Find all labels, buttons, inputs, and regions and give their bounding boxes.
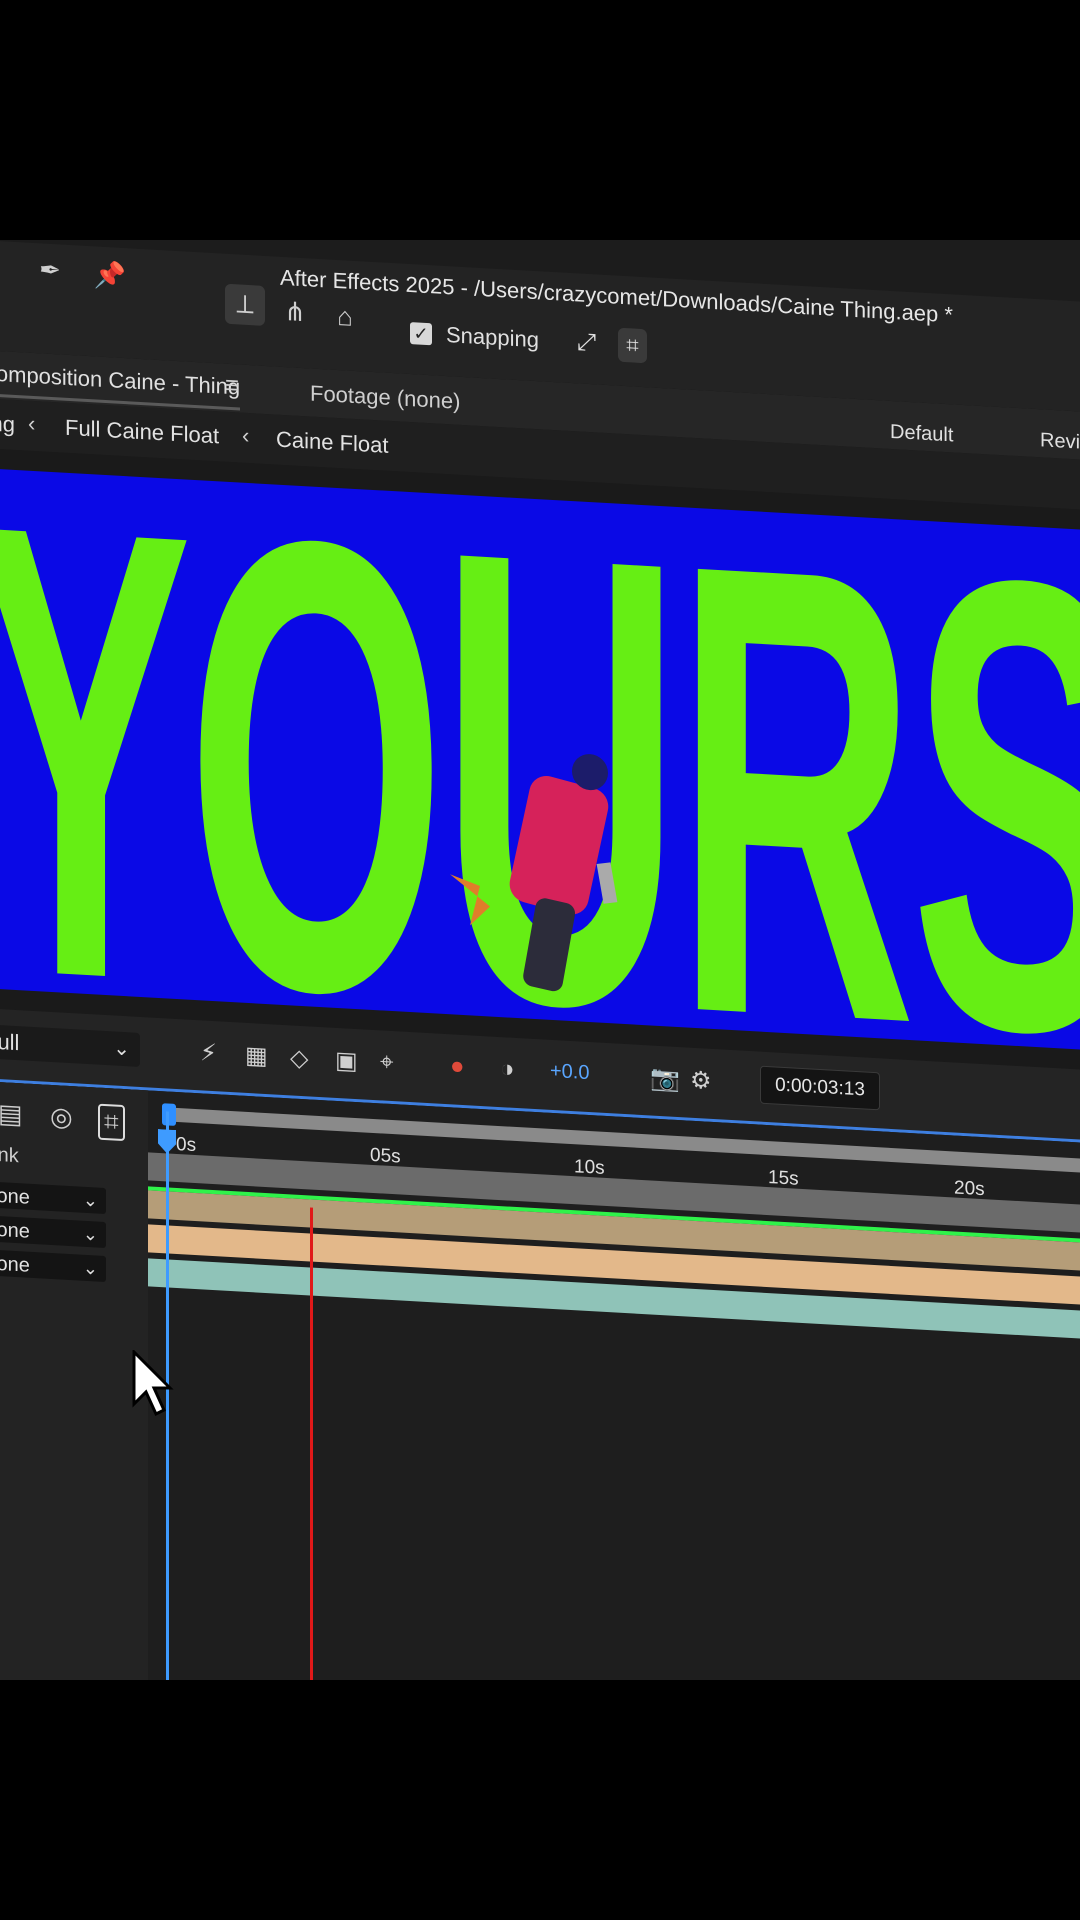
snap-expand-icon[interactable]: ⤢ [577, 328, 596, 357]
tab-composition[interactable]: Composition Caine - Thing [0, 360, 240, 401]
frame-blending-icon[interactable]: ▤ [0, 1098, 23, 1130]
resolution-value: Full [0, 1028, 20, 1056]
timeline-switches: ▤ ◎ ⌗ [0, 1091, 148, 1144]
chevron-down-icon: ⌄ [82, 1223, 98, 1245]
top-letterbox [0, 0, 1080, 240]
layer-list: ▤ ◎ ⌗ Link None ⌄ None ⌄ None ⌄ [0, 1081, 148, 1680]
transparency-grid-icon[interactable]: ▦ [245, 1041, 268, 1071]
after-effects-screen: ✒ 📌 ⟂ ⋔ ⌂ After Effects 2025 - /Users/cr… [0, 240, 1080, 1680]
track-matte-select[interactable]: None ⌄ [0, 1249, 106, 1283]
snapping-label: Snapping [446, 322, 539, 353]
chevron-down-icon: ⌄ [113, 1037, 130, 1061]
composition-canvas[interactable]: YOURS [0, 468, 1080, 1052]
color-channels-icon[interactable]: ● [450, 1052, 465, 1081]
exposure-reset-icon[interactable]: ◑ [500, 1055, 515, 1084]
chevron-down-icon: ⌄ [82, 1257, 98, 1279]
exposure-value[interactable]: +0.0 [550, 1060, 589, 1085]
breadcrumb-item-caine-float[interactable]: Caine Float [276, 427, 389, 459]
track-matte-value: None [0, 1218, 30, 1243]
tab-footage[interactable]: Footage (none) [310, 380, 460, 414]
mouse-cursor-icon [132, 1350, 174, 1417]
mask-path-icon[interactable]: ◇ [290, 1043, 308, 1073]
track-matte-value: None [0, 1184, 30, 1209]
track-matte-value: None [0, 1252, 30, 1277]
graph-editor-icon[interactable]: ⌗ [98, 1103, 125, 1142]
layer-row[interactable]: None ⌄ [0, 1213, 148, 1252]
pen-icon[interactable]: ✒ [30, 249, 70, 291]
work-area-start-handle[interactable] [162, 1103, 176, 1126]
axis-local-icon[interactable]: ⟂ [225, 283, 265, 326]
chevron-down-icon: ⌄ [82, 1189, 98, 1211]
breadcrumb-item-full-caine-float[interactable]: Full Caine Float [65, 415, 219, 450]
bottom-letterbox [0, 1680, 1080, 1920]
snap-target-icon[interactable]: ⌗ [618, 327, 647, 364]
chevron-left-icon: ‹ [28, 410, 36, 437]
panel-menu-icon[interactable]: ≡ [225, 372, 239, 401]
snapping-toggle[interactable]: ✓ Snapping ⤢ ⌗ [410, 316, 647, 364]
workspace-default[interactable]: Default [890, 421, 953, 448]
track-matte-select[interactable]: None ⌄ [0, 1215, 106, 1249]
motion-blur-icon[interactable]: ◎ [50, 1101, 73, 1133]
axis-view-icon[interactable]: ⌂ [325, 295, 365, 337]
composition-viewer[interactable]: YOURS [0, 448, 1080, 1072]
workspace-review[interactable]: Review [1040, 429, 1080, 456]
puppet-pin-icon[interactable]: 📌 [90, 254, 130, 296]
resolution-select[interactable]: Full ⌄ [0, 1024, 140, 1067]
axis-world-icon[interactable]: ⋔ [275, 290, 315, 332]
show-snapshot-icon[interactable]: ⚙ [690, 1066, 712, 1096]
chevron-left-icon: ‹ [242, 422, 250, 449]
parent-link-header: Link [0, 1143, 19, 1168]
layer-row[interactable]: None ⌄ [0, 1179, 148, 1218]
floating-character [450, 754, 618, 992]
marker-line [310, 1207, 313, 1680]
current-time-display[interactable]: 0:00:03:13 [760, 1065, 880, 1111]
track-matte-select[interactable]: None ⌄ [0, 1181, 106, 1215]
window-title: After Effects 2025 - /Users/crazycomet/D… [280, 264, 953, 328]
region-of-interest-icon[interactable]: ▣ [335, 1046, 358, 1076]
snapping-checkbox[interactable]: ✓ [410, 322, 432, 346]
layer-row[interactable]: None ⌄ [0, 1247, 148, 1286]
safe-guides-icon[interactable]: ⌖ [380, 1048, 394, 1077]
snapshot-icon[interactable]: 📷 [650, 1063, 680, 1094]
fast-preview-icon[interactable]: ⚡ [200, 1038, 217, 1068]
breadcrumb-item-thing[interactable]: Thing [0, 409, 15, 438]
